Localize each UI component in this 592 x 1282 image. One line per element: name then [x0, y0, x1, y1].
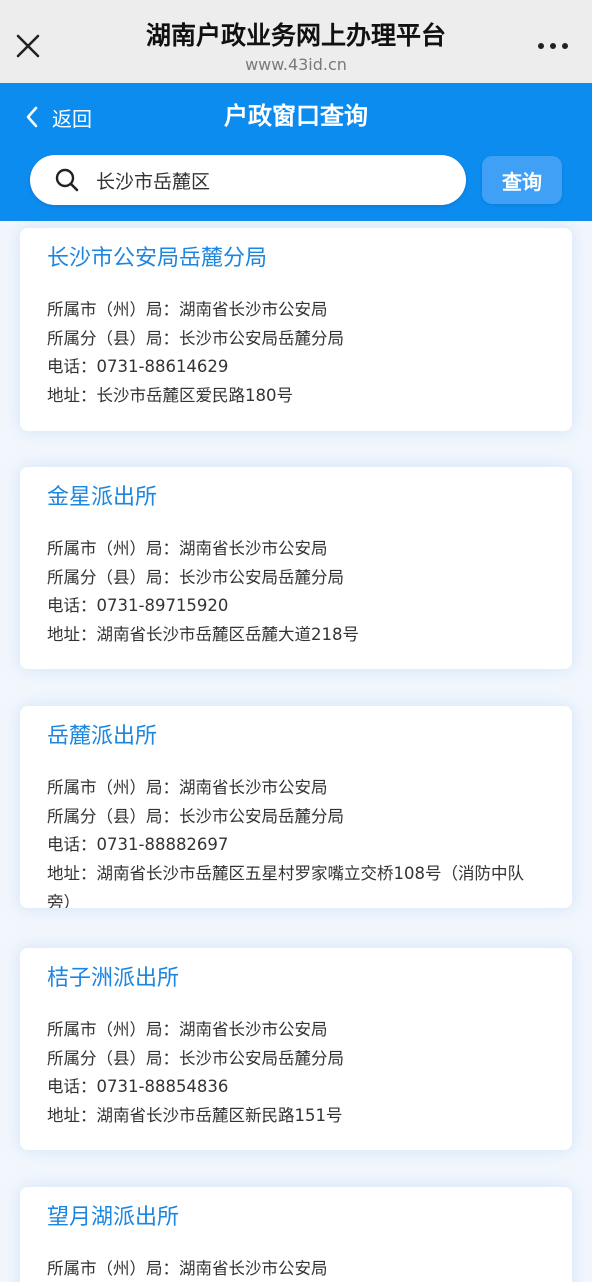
close-icon[interactable]	[10, 28, 46, 64]
browser-url: www.43id.cn	[245, 55, 347, 74]
phone: 电话：0731-88882697	[47, 835, 229, 855]
back-label: 返回	[52, 106, 92, 131]
phone: 电话：0731-89715920	[47, 596, 229, 616]
station-details: 所属市（州）局：湖南省长沙市公安局 所属分（县）局：长沙市公安局岳麓分局 电话：…	[47, 535, 547, 650]
result-list: 长沙市公安局岳麓分局 所属市（州）局：湖南省长沙市公安局 所属分（县）局：长沙市…	[0, 221, 592, 1282]
chevron-left-icon	[26, 106, 38, 128]
list-item[interactable]: 长沙市公安局岳麓分局 所属市（州）局：湖南省长沙市公安局 所属分（县）局：长沙市…	[20, 228, 572, 431]
station-details: 所属市（州）局：湖南省长沙市公安局	[47, 1255, 547, 1282]
station-name[interactable]: 长沙市公安局岳麓分局	[47, 244, 267, 274]
list-item[interactable]: 桔子洲派出所 所属市（州）局：湖南省长沙市公安局 所属分（县）局：长沙市公安局岳…	[20, 948, 572, 1150]
address: 地址：长沙市岳麓区爱民路180号	[47, 386, 293, 406]
station-name[interactable]: 望月湖派出所	[47, 1203, 179, 1233]
list-item[interactable]: 岳麓派出所 所属市（州）局：湖南省长沙市公安局 所属分（县）局：长沙市公安局岳麓…	[20, 706, 572, 908]
more-icon[interactable]	[534, 34, 574, 58]
phone: 电话：0731-88614629	[47, 357, 229, 377]
station-details: 所属市（州）局：湖南省长沙市公安局 所属分（县）局：长沙市公安局岳麓分局 电话：…	[47, 296, 547, 411]
address: 地址：湖南省长沙市岳麓区岳麓大道218号	[47, 625, 359, 645]
district-bureau: 所属分（县）局：长沙市公安局岳麓分局	[47, 328, 344, 348]
station-name[interactable]: 桔子洲派出所	[47, 964, 179, 994]
city-bureau: 所属市（州）局：湖南省长沙市公安局	[47, 300, 328, 319]
back-button[interactable]: 返回	[22, 101, 92, 133]
address: 地址：湖南省长沙市岳麓区新民路151号	[47, 1106, 343, 1126]
city-bureau: 所属市（州）局：湖南省长沙市公安局	[47, 778, 328, 797]
station-details: 所属市（州）局：湖南省长沙市公安局 所属分（县）局：长沙市公安局岳麓分局 电话：…	[47, 774, 547, 908]
page-title: 户政窗口查询	[224, 102, 368, 130]
search-box[interactable]	[30, 155, 466, 205]
browser-bar: 湖南户政业务网上办理平台 www.43id.cn	[0, 0, 592, 83]
district-bureau: 所属分（县）局：长沙市公安局岳麓分局	[47, 806, 344, 826]
list-item[interactable]: 金星派出所 所属市（州）局：湖南省长沙市公安局 所属分（县）局：长沙市公安局岳麓…	[20, 467, 572, 669]
list-item[interactable]: 望月湖派出所 所属市（州）局：湖南省长沙市公安局	[20, 1187, 572, 1282]
station-details: 所属市（州）局：湖南省长沙市公安局 所属分（县）局：长沙市公安局岳麓分局 电话：…	[47, 1016, 547, 1131]
phone: 电话：0731-88854836	[47, 1077, 229, 1097]
district-bureau: 所属分（县）局：长沙市公安局岳麓分局	[47, 1048, 344, 1068]
page-header: 返回 户政窗口查询 查询	[0, 83, 592, 221]
address: 地址：湖南省长沙市岳麓区五星村罗家嘴立交桥108号（消防中队旁）	[47, 864, 524, 908]
station-name[interactable]: 金星派出所	[47, 483, 157, 513]
search-input[interactable]	[96, 163, 456, 197]
browser-title: 湖南户政业务网上办理平台	[145, 21, 446, 50]
search-icon	[55, 168, 79, 192]
query-button[interactable]: 查询	[482, 156, 562, 204]
district-bureau: 所属分（县）局：长沙市公安局岳麓分局	[47, 567, 344, 587]
city-bureau: 所属市（州）局：湖南省长沙市公安局	[47, 1020, 328, 1039]
station-name[interactable]: 岳麓派出所	[47, 722, 157, 752]
city-bureau: 所属市（州）局：湖南省长沙市公安局	[47, 1259, 328, 1278]
city-bureau: 所属市（州）局：湖南省长沙市公安局	[47, 539, 328, 558]
